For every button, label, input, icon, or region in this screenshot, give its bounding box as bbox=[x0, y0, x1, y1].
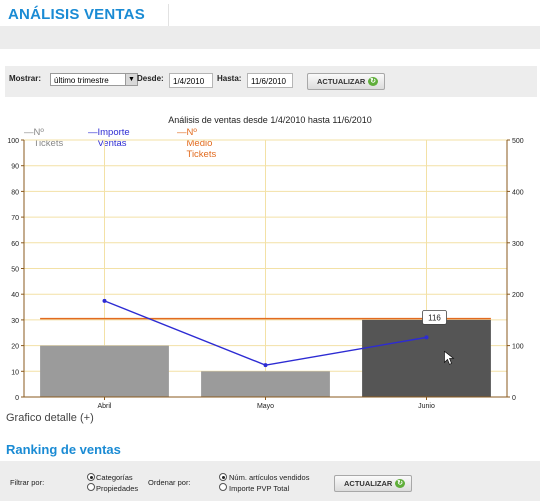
label-articulos: Núm. artículos vendidos bbox=[229, 473, 310, 482]
importe-ventas-point[interactable] bbox=[102, 298, 107, 303]
label-categorias: Categorías bbox=[96, 473, 133, 482]
importe-ventas-point[interactable] bbox=[424, 335, 429, 340]
bar-junio[interactable] bbox=[362, 319, 491, 397]
left-tick-label: 20 bbox=[11, 344, 19, 351]
ranking-filter-bar: Filtrar por: Categorías Propiedades Orde… bbox=[0, 461, 540, 501]
label-propiedades: Propiedades bbox=[96, 484, 139, 493]
bar-mayo[interactable] bbox=[201, 371, 330, 397]
radio-articulos[interactable] bbox=[219, 473, 227, 481]
radio-categorias[interactable] bbox=[87, 473, 95, 481]
sales-chart: 0 10 20 30 40 50 60 70 80 90 100 0 100 200 300 400 500 Ab… bbox=[7, 138, 524, 410]
right-tick-label: 0 bbox=[512, 395, 516, 402]
right-tick-label: 200 bbox=[512, 292, 524, 299]
importe-ventas-point[interactable] bbox=[263, 363, 268, 368]
x-tick-label: Abril bbox=[97, 403, 111, 410]
right-tick-label: 300 bbox=[512, 241, 524, 248]
left-tick-label: 80 bbox=[11, 189, 19, 196]
filtrar-label: Filtrar por: bbox=[10, 478, 45, 487]
left-tick-label: 10 bbox=[11, 369, 19, 376]
left-tick-label: 60 bbox=[11, 241, 19, 248]
left-tick-label: 40 bbox=[11, 292, 19, 299]
right-tick-label: 500 bbox=[512, 138, 524, 145]
value-tooltip-label: 116 bbox=[428, 313, 441, 322]
right-tick-label: 100 bbox=[512, 344, 524, 351]
left-tick-label: 30 bbox=[11, 318, 19, 325]
bar-abril[interactable] bbox=[40, 345, 169, 397]
left-tick-label: 70 bbox=[11, 215, 19, 222]
ranking-title: Ranking de ventas bbox=[6, 442, 121, 457]
radio-importe[interactable] bbox=[219, 483, 227, 491]
x-tick-label: Mayo bbox=[257, 403, 274, 410]
left-tick-label: 0 bbox=[15, 395, 19, 402]
ranking-actualizar-button[interactable]: ACTUALIZAR ↻ bbox=[334, 475, 412, 492]
right-tick-label: 400 bbox=[512, 189, 524, 196]
refresh-icon: ↻ bbox=[395, 479, 405, 488]
radio-propiedades[interactable] bbox=[87, 483, 95, 491]
detalle-toggle[interactable]: Grafico detalle (+) bbox=[6, 412, 94, 424]
left-tick-label: 90 bbox=[11, 164, 19, 171]
left-tick-label: 100 bbox=[7, 138, 19, 145]
x-tick-label: Junio bbox=[418, 403, 435, 410]
ordenar-label: Ordenar por: bbox=[148, 478, 191, 487]
label-importe: Importe PVP Total bbox=[229, 484, 290, 493]
ranking-actualizar-label: ACTUALIZAR bbox=[344, 479, 393, 488]
left-tick-label: 50 bbox=[11, 267, 19, 274]
